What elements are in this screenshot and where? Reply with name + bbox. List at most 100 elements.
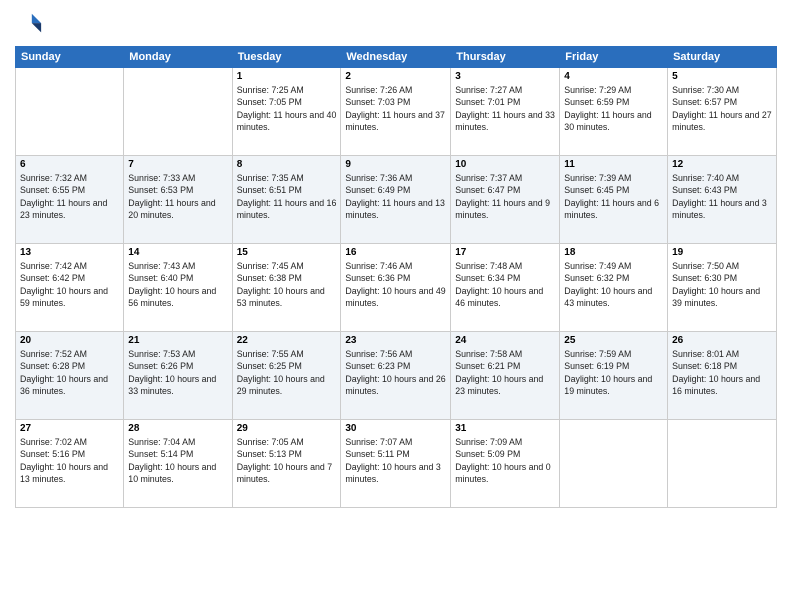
calendar-cell: 17 Sunrise: 7:48 AM Sunset: 6:34 PM Dayli… (451, 244, 560, 332)
calendar-cell: 26 Sunrise: 8:01 AM Sunset: 6:18 PM Dayli… (668, 332, 777, 420)
calendar-table: SundayMondayTuesdayWednesdayThursdayFrid… (15, 46, 777, 508)
calendar-week-1: 1 Sunrise: 7:25 AM Sunset: 7:05 PM Daylig… (16, 68, 777, 156)
day-info: Sunrise: 8:01 AM Sunset: 6:18 PM Dayligh… (672, 348, 772, 397)
day-info: Sunrise: 7:46 AM Sunset: 6:36 PM Dayligh… (345, 260, 446, 309)
calendar-cell: 7 Sunrise: 7:33 AM Sunset: 6:53 PM Daylig… (124, 156, 232, 244)
calendar-cell: 18 Sunrise: 7:49 AM Sunset: 6:32 PM Dayli… (560, 244, 668, 332)
calendar-cell: 3Sunrise: 7:27 AM Sunset: 7:01 PM Daylig… (451, 68, 560, 156)
day-info: Sunrise: 7:39 AM Sunset: 6:45 PM Dayligh… (564, 172, 663, 221)
day-number: 20 (20, 335, 119, 346)
day-number: 14 (128, 247, 227, 258)
logo (15, 10, 45, 38)
calendar-cell: 22Sunrise: 7:55 AM Sunset: 6:25 PM Dayli… (232, 332, 341, 420)
calendar-cell: 23Sunrise: 7:56 AM Sunset: 6:23 PM Dayli… (341, 332, 451, 420)
page: SundayMondayTuesdayWednesdayThursdayFrid… (0, 0, 792, 612)
col-header-tuesday: Tuesday (232, 47, 341, 68)
calendar-cell: 1 Sunrise: 7:25 AM Sunset: 7:05 PM Daylig… (232, 68, 341, 156)
day-info: Sunrise: 7:52 AM Sunset: 6:28 PM Dayligh… (20, 348, 119, 397)
calendar-week-2: 6Sunrise: 7:32 AM Sunset: 6:55 PM Daylig… (16, 156, 777, 244)
day-info: Sunrise: 7:04 AM Sunset: 5:14 PM Dayligh… (128, 436, 227, 485)
calendar-cell (16, 68, 124, 156)
calendar-cell: 25Sunrise: 7:59 AM Sunset: 6:19 PM Dayli… (560, 332, 668, 420)
calendar-cell: 12 Sunrise: 7:40 AM Sunset: 6:43 PM Dayli… (668, 156, 777, 244)
calendar-cell: 24 Sunrise: 7:58 AM Sunset: 6:21 PM Dayli… (451, 332, 560, 420)
day-info: Sunrise: 7:42 AM Sunset: 6:42 PM Dayligh… (20, 260, 119, 309)
calendar-cell (668, 420, 777, 508)
col-header-saturday: Saturday (668, 47, 777, 68)
calendar-header-row: SundayMondayTuesdayWednesdayThursdayFrid… (16, 47, 777, 68)
calendar-cell: 4 Sunrise: 7:29 AM Sunset: 6:59 PM Daylig… (560, 68, 668, 156)
day-info: Sunrise: 7:09 AM Sunset: 5:09 PM Dayligh… (455, 436, 555, 485)
calendar-week-5: 27 Sunrise: 7:02 AM Sunset: 5:16 PM Dayli… (16, 420, 777, 508)
calendar-cell: 27 Sunrise: 7:02 AM Sunset: 5:16 PM Dayli… (16, 420, 124, 508)
day-number: 13 (20, 247, 119, 258)
col-header-friday: Friday (560, 47, 668, 68)
calendar-cell: 9Sunrise: 7:36 AM Sunset: 6:49 PM Daylig… (341, 156, 451, 244)
day-info: Sunrise: 7:29 AM Sunset: 6:59 PM Dayligh… (564, 84, 663, 133)
day-number: 26 (672, 335, 772, 346)
calendar-cell: 6Sunrise: 7:32 AM Sunset: 6:55 PM Daylig… (16, 156, 124, 244)
calendar-cell: 20 Sunrise: 7:52 AM Sunset: 6:28 PM Dayli… (16, 332, 124, 420)
day-number: 4 (564, 71, 663, 82)
calendar-cell: 5 Sunrise: 7:30 AM Sunset: 6:57 PM Daylig… (668, 68, 777, 156)
day-number: 24 (455, 335, 555, 346)
day-number: 27 (20, 423, 119, 434)
day-number: 31 (455, 423, 555, 434)
day-info: Sunrise: 7:25 AM Sunset: 7:05 PM Dayligh… (237, 84, 337, 133)
day-number: 23 (345, 335, 446, 346)
calendar-cell: 11Sunrise: 7:39 AM Sunset: 6:45 PM Dayli… (560, 156, 668, 244)
day-info: Sunrise: 7:26 AM Sunset: 7:03 PM Dayligh… (345, 84, 446, 133)
day-number: 1 (237, 71, 337, 82)
day-info: Sunrise: 7:02 AM Sunset: 5:16 PM Dayligh… (20, 436, 119, 485)
day-info: Sunrise: 7:07 AM Sunset: 5:11 PM Dayligh… (345, 436, 446, 485)
day-number: 7 (128, 159, 227, 170)
day-number: 5 (672, 71, 772, 82)
day-info: Sunrise: 7:50 AM Sunset: 6:30 PM Dayligh… (672, 260, 772, 309)
day-info: Sunrise: 7:59 AM Sunset: 6:19 PM Dayligh… (564, 348, 663, 397)
day-number: 17 (455, 247, 555, 258)
day-info: Sunrise: 7:37 AM Sunset: 6:47 PM Dayligh… (455, 172, 555, 221)
day-info: Sunrise: 7:48 AM Sunset: 6:34 PM Dayligh… (455, 260, 555, 309)
calendar-cell: 10 Sunrise: 7:37 AM Sunset: 6:47 PM Dayli… (451, 156, 560, 244)
calendar-cell: 2 Sunrise: 7:26 AM Sunset: 7:03 PM Daylig… (341, 68, 451, 156)
calendar-week-4: 20 Sunrise: 7:52 AM Sunset: 6:28 PM Dayli… (16, 332, 777, 420)
logo-icon (15, 10, 43, 38)
calendar-cell: 13 Sunrise: 7:42 AM Sunset: 6:42 PM Dayli… (16, 244, 124, 332)
day-info: Sunrise: 7:27 AM Sunset: 7:01 PM Dayligh… (455, 84, 555, 133)
calendar-cell: 21 Sunrise: 7:53 AM Sunset: 6:26 PM Dayli… (124, 332, 232, 420)
day-number: 9 (345, 159, 446, 170)
day-info: Sunrise: 7:30 AM Sunset: 6:57 PM Dayligh… (672, 84, 772, 133)
day-info: Sunrise: 7:35 AM Sunset: 6:51 PM Dayligh… (237, 172, 337, 221)
day-info: Sunrise: 7:40 AM Sunset: 6:43 PM Dayligh… (672, 172, 772, 221)
day-info: Sunrise: 7:32 AM Sunset: 6:55 PM Dayligh… (20, 172, 119, 221)
calendar-cell: 15 Sunrise: 7:45 AM Sunset: 6:38 PM Dayli… (232, 244, 341, 332)
day-info: Sunrise: 7:43 AM Sunset: 6:40 PM Dayligh… (128, 260, 227, 309)
calendar-cell (124, 68, 232, 156)
day-info: Sunrise: 7:58 AM Sunset: 6:21 PM Dayligh… (455, 348, 555, 397)
calendar-cell: 16Sunrise: 7:46 AM Sunset: 6:36 PM Dayli… (341, 244, 451, 332)
day-info: Sunrise: 7:49 AM Sunset: 6:32 PM Dayligh… (564, 260, 663, 309)
col-header-monday: Monday (124, 47, 232, 68)
day-number: 10 (455, 159, 555, 170)
day-number: 8 (237, 159, 337, 170)
day-number: 2 (345, 71, 446, 82)
day-info: Sunrise: 7:53 AM Sunset: 6:26 PM Dayligh… (128, 348, 227, 397)
day-number: 21 (128, 335, 227, 346)
day-info: Sunrise: 7:33 AM Sunset: 6:53 PM Dayligh… (128, 172, 227, 221)
day-number: 18 (564, 247, 663, 258)
calendar-cell: 30 Sunrise: 7:07 AM Sunset: 5:11 PM Dayli… (341, 420, 451, 508)
day-info: Sunrise: 7:45 AM Sunset: 6:38 PM Dayligh… (237, 260, 337, 309)
calendar-cell: 29 Sunrise: 7:05 AM Sunset: 5:13 PM Dayli… (232, 420, 341, 508)
col-header-sunday: Sunday (16, 47, 124, 68)
calendar-cell: 8 Sunrise: 7:35 AM Sunset: 6:51 PM Daylig… (232, 156, 341, 244)
col-header-wednesday: Wednesday (341, 47, 451, 68)
day-number: 30 (345, 423, 446, 434)
calendar-cell (560, 420, 668, 508)
day-info: Sunrise: 7:55 AM Sunset: 6:25 PM Dayligh… (237, 348, 337, 397)
day-number: 29 (237, 423, 337, 434)
day-number: 28 (128, 423, 227, 434)
day-info: Sunrise: 7:05 AM Sunset: 5:13 PM Dayligh… (237, 436, 337, 485)
calendar-cell: 31 Sunrise: 7:09 AM Sunset: 5:09 PM Dayli… (451, 420, 560, 508)
day-number: 15 (237, 247, 337, 258)
day-number: 12 (672, 159, 772, 170)
